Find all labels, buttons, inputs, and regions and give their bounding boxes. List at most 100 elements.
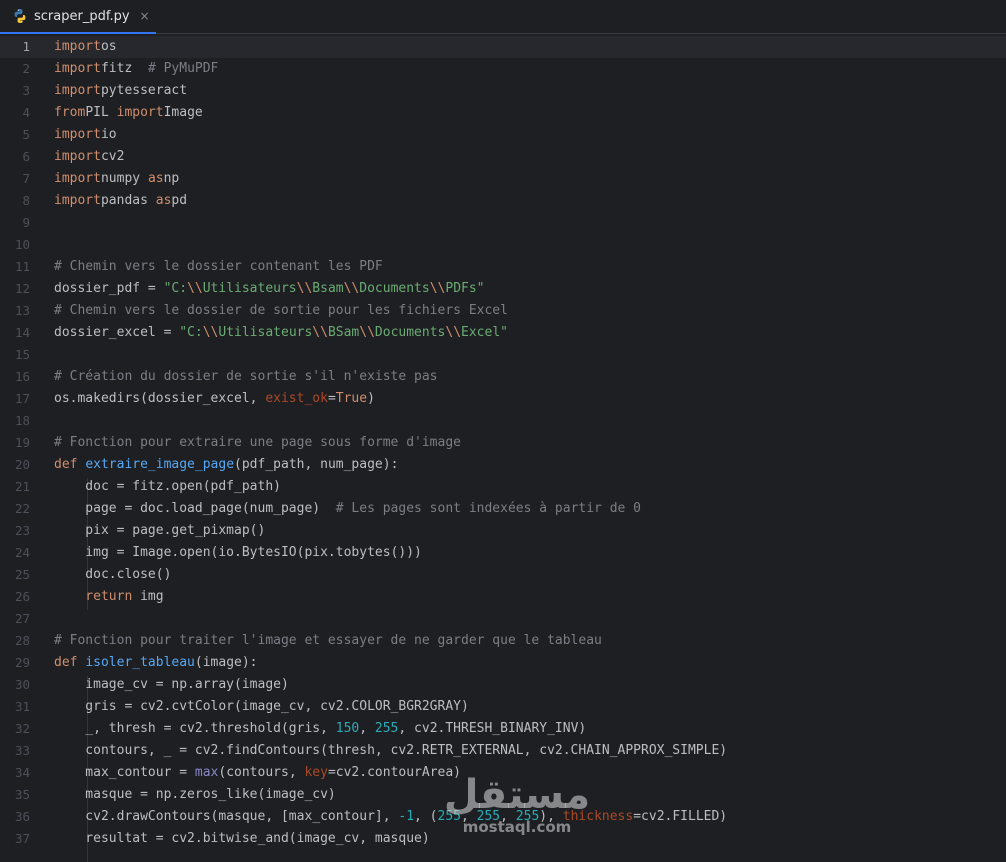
code-line[interactable]: 20 def extraire_image_page(pdf_path, num_…	[0, 454, 1006, 476]
code-token: import	[54, 127, 101, 142]
code-line[interactable]: 24 img = Image.open(io.BytesIO(pix.tobyt…	[0, 542, 1006, 564]
line-number: 7	[22, 171, 30, 186]
line-number: 26	[14, 589, 30, 604]
line-code: page = doc.load_page(num_page) # Les pag…	[54, 498, 641, 520]
tab-file-name: scraper_pdf.py	[34, 8, 130, 24]
code-line[interactable]: 6 importcv2	[0, 146, 1006, 168]
code-token: Utilisateurs	[218, 325, 313, 340]
code-line[interactable]: 35 masque = np.zeros_like(image_cv)	[0, 784, 1006, 806]
code-line[interactable]: 13 # Chemin vers le dossier de sortie pou…	[0, 300, 1006, 322]
code-token: , cv2.THRESH_BINARY_INV)	[398, 721, 587, 736]
python-file-icon	[14, 9, 26, 23]
code-line[interactable]: 27	[0, 608, 1006, 630]
code-line[interactable]: 10	[0, 234, 1006, 256]
code-token: ,	[500, 809, 516, 824]
line-number: 31	[14, 699, 30, 714]
code-line[interactable]: 37 resultat = cv2.bitwise_and(image_cv, …	[0, 828, 1006, 850]
line-number: 14	[14, 325, 30, 340]
code-token: _, thresh = cv2.threshold(gris,	[54, 721, 336, 736]
code-line[interactable]: 12 dossier_pdf = "C:\\Utilisateurs\\Bsam\…	[0, 278, 1006, 300]
tab-scraper-pdf[interactable]: scraper_pdf.py ×	[0, 0, 156, 34]
line-number: 4	[22, 105, 30, 120]
code-line[interactable]: 7 importnumpy asnp	[0, 168, 1006, 190]
code-line[interactable]: 31 gris = cv2.cvtColor(image_cv, cv2.COL…	[0, 696, 1006, 718]
code-line[interactable]: 25 doc.close()	[0, 564, 1006, 586]
code-token: BSam	[327, 325, 360, 340]
code-token: img = Image.open(io.BytesIO(pix.tobytes(…	[54, 545, 422, 560]
code-token: extraire_image_page	[85, 457, 235, 472]
code-token: ),	[539, 809, 563, 824]
code-token: "C:	[179, 325, 203, 340]
code-line[interactable]: 1 importos	[0, 36, 1006, 58]
line-number: 9	[22, 215, 30, 230]
code-line[interactable]: 30 image_cv = np.array(image)	[0, 674, 1006, 696]
code-token: ,	[359, 721, 375, 736]
line-number: 1	[22, 39, 30, 54]
code-token: dossier_excel =	[54, 325, 180, 340]
line-code: img = Image.open(io.BytesIO(pix.tobytes(…	[54, 542, 422, 564]
line-code: resultat = cv2.bitwise_and(image_cv, mas…	[54, 828, 430, 850]
line-code: pix = page.get_pixmap()	[54, 520, 265, 542]
code-line[interactable]: 4 fromPIL importImage	[0, 102, 1006, 124]
code-line[interactable]: 17 os.makedirs(dossier_excel, exist_ok=Tr…	[0, 388, 1006, 410]
code-token: \\	[343, 281, 360, 296]
code-token: # Fonction pour extraire une page sous f…	[54, 435, 461, 450]
code-token: \\	[187, 281, 203, 296]
code-line[interactable]: 34 max_contour = max(contours, key=cv2.c…	[0, 762, 1006, 784]
code-line[interactable]: 22 page = doc.load_page(num_page) # Les …	[0, 498, 1006, 520]
code-token: resultat = cv2.bitwise_and(image_cv, mas…	[54, 831, 430, 846]
code-token: 255	[374, 721, 399, 736]
code-line[interactable]: 23 pix = page.get_pixmap()	[0, 520, 1006, 542]
code-token: ,	[461, 809, 477, 824]
code-token: # Chemin vers le dossier de sortie pour …	[54, 303, 508, 318]
code-token: dossier_pdf =	[54, 281, 164, 296]
code-token: )	[367, 391, 375, 406]
code-token: isoler_tableau	[85, 655, 195, 670]
line-number: 16	[14, 369, 30, 384]
close-icon[interactable]: ×	[140, 9, 150, 23]
code-line[interactable]: 2 importfitz # PyMuPDF	[0, 58, 1006, 80]
code-line[interactable]: 21 doc = fitz.open(pdf_path)	[0, 476, 1006, 498]
code-line[interactable]: 14 dossier_excel = "C:\\Utilisateurs\\BSa…	[0, 322, 1006, 344]
code-token: pytesseract	[100, 83, 188, 98]
line-number: 19	[14, 435, 30, 450]
code-line[interactable]: 36 cv2.drawContours(masque, [max_contour…	[0, 806, 1006, 828]
code-token: 255	[476, 809, 501, 824]
code-line[interactable]: 8 importpandas aspd	[0, 190, 1006, 212]
line-number: 21	[14, 479, 30, 494]
code-line[interactable]: 15	[0, 344, 1006, 366]
code-line[interactable]: 18	[0, 410, 1006, 432]
code-token: return	[54, 589, 133, 604]
code-token: -1	[398, 809, 415, 824]
code-token: def	[54, 457, 86, 472]
line-number: 24	[14, 545, 30, 560]
code-token: Excel"	[461, 325, 508, 340]
code-line[interactable]: 32 _, thresh = cv2.threshold(gris, 150, …	[0, 718, 1006, 740]
code-line[interactable]: 5 importio	[0, 124, 1006, 146]
code-line[interactable]: 26 return img	[0, 586, 1006, 608]
code-line[interactable]: 16 # Création du dossier de sortie s'il n…	[0, 366, 1006, 388]
code-line[interactable]: 19 # Fonction pour extraire une page sous…	[0, 432, 1006, 454]
line-code: doc.close()	[54, 564, 171, 586]
line-code: # Fonction pour extraire une page sous f…	[54, 432, 461, 454]
code-line[interactable]: 11 # Chemin vers le dossier contenant les…	[0, 256, 1006, 278]
code-token: img	[132, 589, 164, 604]
code-line[interactable]: 9	[0, 212, 1006, 234]
code-line[interactable]: 3 importpytesseract	[0, 80, 1006, 102]
line-number: 5	[22, 127, 30, 142]
line-number: 23	[14, 523, 30, 538]
code-line[interactable]: 28 # Fonction pour traiter l'image et ess…	[0, 630, 1006, 652]
code-line[interactable]: 33 contours, _ = cv2.findContours(thresh…	[0, 740, 1006, 762]
code-token: import	[54, 61, 101, 76]
code-editor[interactable]: 1 importos 2 importfitz # PyMuPDF 3 importpyt…	[0, 36, 1006, 862]
line-number: 27	[14, 611, 30, 626]
line-code: importpandas aspd	[54, 190, 187, 212]
code-token: \\	[202, 325, 219, 340]
code-token: pd	[171, 193, 188, 208]
code-token: max	[194, 765, 219, 780]
code-token: import	[54, 171, 101, 186]
code-token: numpy	[100, 171, 148, 186]
code-token: contours, _ = cv2.findContours(thresh, c…	[54, 743, 728, 758]
line-code: fromPIL importImage	[54, 102, 203, 124]
code-line[interactable]: 29 def isoler_tableau(image):	[0, 652, 1006, 674]
